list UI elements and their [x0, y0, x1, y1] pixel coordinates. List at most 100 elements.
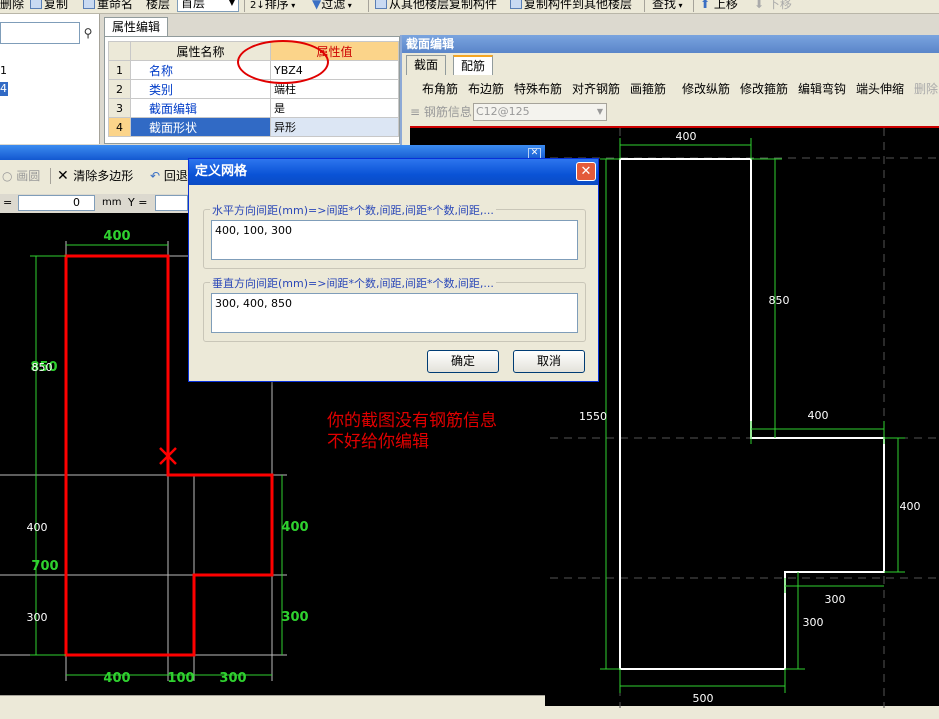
rename-button[interactable]: 重命名	[83, 0, 133, 13]
property-value[interactable]: 是	[270, 98, 399, 118]
align-rebar-button[interactable]: 对齐钢筋	[572, 79, 620, 99]
dim-label: 100	[167, 671, 194, 686]
horizontal-spacing-label: 水平方向间距(mm)=>间距*个数,间距,间距*个数,间距,...	[210, 202, 496, 218]
chevron-down-icon: ▼	[596, 107, 603, 116]
delete-rebar-button[interactable]: 删除	[914, 79, 938, 99]
funnel-icon: ▼	[312, 0, 322, 11]
cancel-button[interactable]: 取消	[513, 350, 585, 373]
draw-stirrup-button[interactable]: 画箍筋	[630, 79, 666, 99]
toolbar-divider	[50, 168, 51, 184]
dim-label: 1550	[579, 410, 607, 423]
clear-polygon-label: 清除多边形	[73, 169, 134, 183]
copy-button[interactable]: 复制	[30, 0, 68, 13]
horizontal-spacing-group: 水平方向间距(mm)=>间距*个数,间距,间距*个数,间距,... 400, 1…	[203, 202, 586, 269]
row-number: 2	[108, 79, 131, 99]
copy-label: 复制	[44, 0, 69, 11]
dim-label: 300	[281, 610, 308, 625]
move-down-button[interactable]: ⬇ 下移	[754, 0, 792, 13]
corner-rebar-button[interactable]: 布角筋	[422, 79, 458, 99]
move-up-button[interactable]: ⬆ 上移	[700, 0, 738, 13]
sort-label: 排序	[264, 0, 289, 11]
dim-label: 400	[27, 521, 48, 534]
vertical-spacing-group: 垂直方向间距(mm)=>间距*个数,间距,间距*个数,间距,... 300, 4…	[203, 275, 586, 342]
floor-select[interactable]: 首层 ▼	[177, 0, 239, 12]
row-number: 1	[108, 60, 131, 80]
dim-label: 400	[281, 520, 308, 535]
special-rebar-button[interactable]: 特殊布筋	[514, 79, 562, 99]
copy-to-floor-icon	[510, 0, 522, 9]
tree-item-selected[interactable]: 4	[0, 82, 8, 96]
toolbar-divider	[693, 0, 694, 12]
x-coordinate-input[interactable]: 0	[18, 195, 95, 211]
steel-info-label: ≡ 钢筋信息	[410, 103, 472, 121]
define-grid-dialog: 定义网格 ✕ 水平方向间距(mm)=>间距*个数,间距,间距*个数,间距,...…	[188, 158, 599, 382]
filter-button[interactable]: ▼过滤 ▾	[312, 0, 352, 13]
undo-button[interactable]: ↶ 回退	[150, 166, 188, 186]
row-number: 4	[108, 117, 131, 137]
copy-from-floor-label: 从其他楼层复制构件	[389, 0, 498, 11]
tab-rebar[interactable]: 配筋	[453, 55, 494, 75]
table-row[interactable]: 2 类别 端柱	[108, 79, 399, 99]
property-value[interactable]: 异形	[270, 117, 399, 137]
floor-label: 楼层	[146, 0, 171, 11]
undo-icon: ↶	[150, 169, 164, 183]
unit-label: mm	[102, 197, 122, 208]
status-bar	[0, 695, 545, 719]
table-row-selected[interactable]: 4 截面形状 异形	[108, 117, 399, 137]
draw-circle-label: 画圆	[16, 169, 41, 183]
modify-stirrup-button[interactable]: 修改箍筋	[740, 79, 788, 99]
dim-label: 400	[808, 409, 829, 422]
toolbar-divider	[644, 0, 645, 12]
draw-circle-button[interactable]: ○ 画圆	[2, 166, 40, 186]
search-icon[interactable]: ⚲	[79, 24, 97, 42]
section-edit-title: 截面编辑	[402, 35, 939, 53]
dim-label: 400	[103, 229, 130, 244]
close-icon[interactable]: ✕	[576, 162, 596, 181]
ok-button[interactable]: 确定	[427, 350, 499, 373]
arrow-down-icon: ⬇	[754, 0, 765, 11]
annotation-circle	[237, 40, 329, 84]
steel-info-select[interactable]: C12@125 ▼	[473, 103, 607, 121]
main-toolbar: 删除 复制 重命名 楼层 首层 ▼ 2↓排序 ▾ ▼过滤 ▾ 从其他楼层复制构件 …	[0, 0, 939, 14]
annotation-line: 你的截图没有钢筋信息	[327, 411, 497, 431]
tab-section[interactable]: 截面	[406, 55, 447, 75]
annotation-line: 不好给你编辑	[327, 432, 429, 452]
steel-info-icon: ≡	[410, 105, 424, 119]
toolbar-divider	[368, 0, 369, 12]
find-label: 查找	[652, 0, 677, 11]
copy-to-floor-label: 复制构件到其他楼层	[524, 0, 633, 11]
dim-label: 700	[31, 559, 58, 574]
copy-to-floor-button[interactable]: 复制构件到其他楼层	[510, 0, 632, 13]
move-down-label: 下移	[767, 0, 792, 11]
property-name: 类别	[130, 79, 271, 99]
y-coordinate-input[interactable]	[155, 195, 188, 211]
table-row[interactable]: 3 截面编辑 是	[108, 98, 399, 118]
horizontal-spacing-input[interactable]: 400, 100, 300	[211, 220, 578, 260]
property-name: 截面形状	[130, 117, 271, 137]
dim-label: 850	[769, 294, 790, 307]
steel-info-text: 钢筋信息	[423, 105, 472, 119]
end-extend-button[interactable]: 端头伸缩	[856, 79, 904, 99]
annotation-note: 你的截图没有钢筋信息 不好给你编辑	[327, 411, 497, 453]
dialog-title: 定义网格	[189, 159, 598, 185]
edge-rebar-button[interactable]: 布边筋	[468, 79, 504, 99]
clear-polygon-button[interactable]: ✕ 清除多边形	[57, 166, 133, 186]
dim-label: 300	[219, 671, 246, 686]
search-input[interactable]	[0, 22, 80, 44]
tab-property-edit[interactable]: 属性编辑	[104, 17, 168, 37]
find-button[interactable]: 查找 ▾	[652, 0, 683, 13]
move-up-label: 上移	[713, 0, 738, 11]
copy-from-floor-icon	[375, 0, 387, 9]
tree-item[interactable]: 1	[0, 64, 7, 77]
copy-from-floor-button[interactable]: 从其他楼层复制构件	[375, 0, 497, 13]
undo-label: 回退	[163, 169, 188, 183]
modify-longitudinal-button[interactable]: 修改纵筋	[682, 79, 730, 99]
property-name: 截面编辑	[130, 98, 271, 118]
dim-label: 400	[900, 500, 921, 513]
rename-icon	[83, 0, 95, 9]
vertical-spacing-input[interactable]: 300, 400, 850	[211, 293, 578, 333]
sort-button[interactable]: 2↓排序 ▾	[250, 0, 295, 13]
delete-button[interactable]: 删除	[0, 0, 24, 13]
chevron-down-icon: ▼	[228, 0, 235, 7]
edit-hook-button[interactable]: 编辑弯钩	[798, 79, 846, 99]
